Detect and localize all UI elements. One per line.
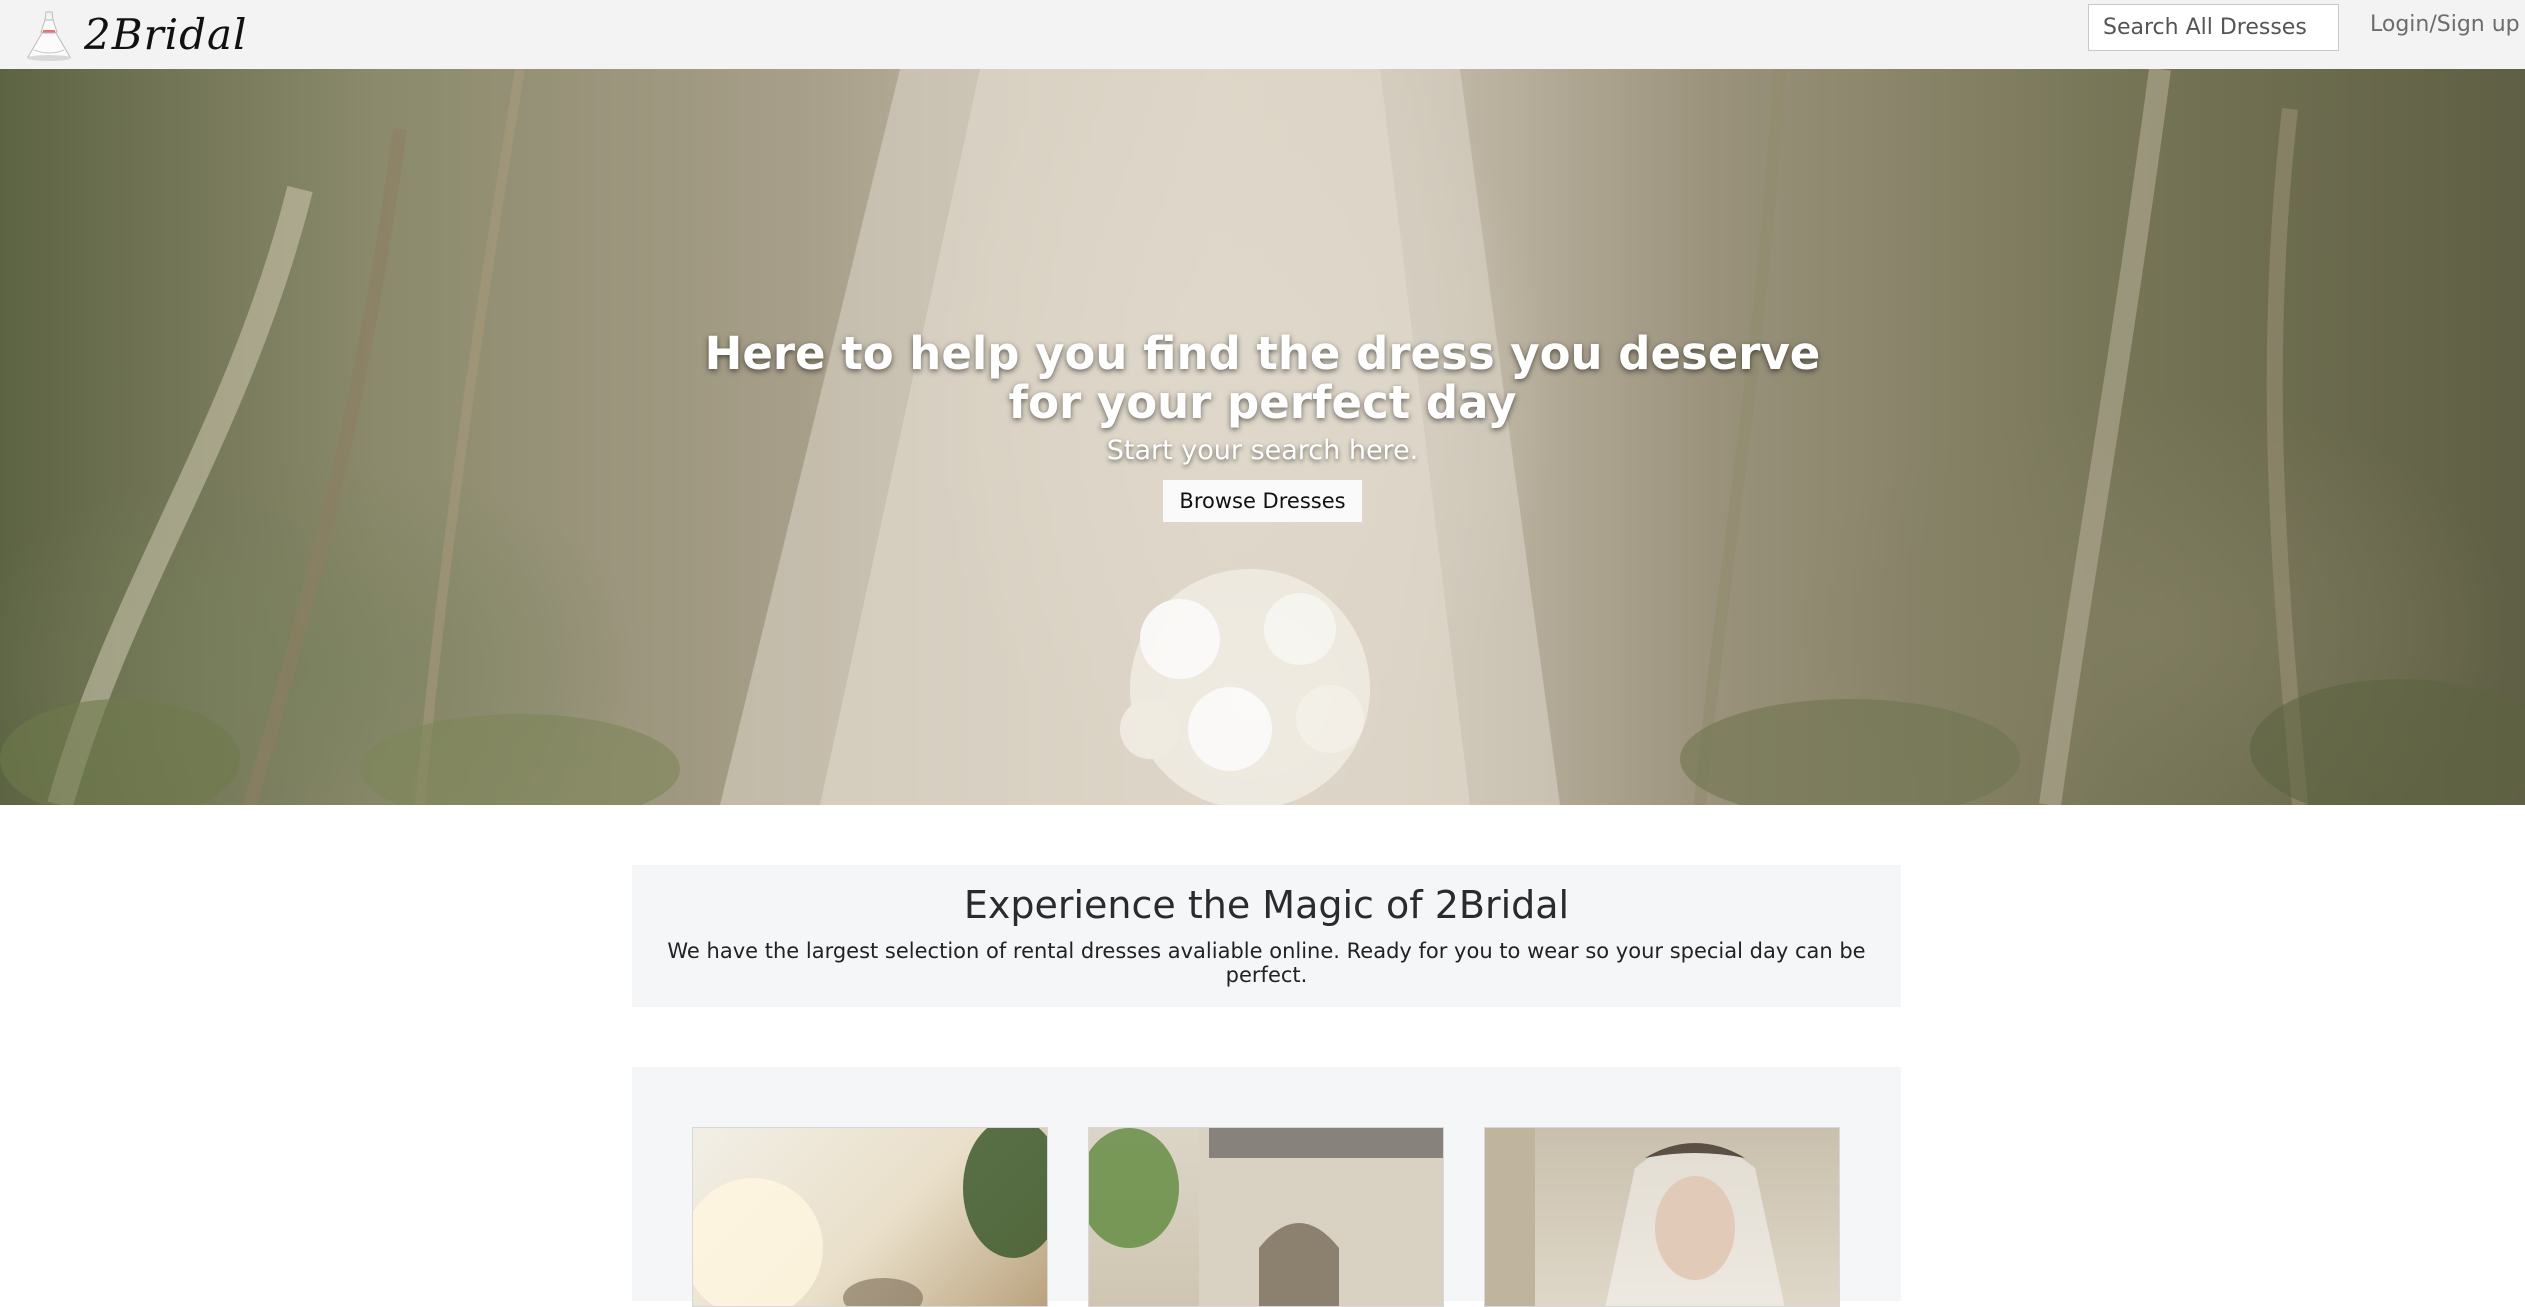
navbar: 2Bridal Login/Sign up — [0, 0, 2525, 69]
magic-text: We have the largest selection of rental … — [667, 939, 1866, 987]
magic-section: Experience the Magic of 2Bridal We have … — [632, 865, 1901, 1007]
hero-banner: Here to help you find the dress you dese… — [0, 69, 2525, 805]
browse-dresses-button[interactable]: Browse Dresses — [1163, 480, 1362, 522]
dress-card[interactable] — [1484, 1127, 1840, 1307]
dress-card[interactable] — [1088, 1127, 1444, 1307]
dress-card-image — [693, 1128, 1047, 1306]
magic-title: Experience the Magic of 2Bridal — [963, 883, 1570, 927]
hero-content: Here to help you find the dress you dese… — [0, 329, 2525, 522]
dress-card-image — [1089, 1128, 1443, 1306]
hero-title: Here to help you find the dress you dese… — [704, 327, 1821, 429]
login-signup-link[interactable]: Login/Sign up — [2370, 12, 2520, 37]
brand-name: 2Bridal — [84, 9, 248, 59]
dress-cards-section — [632, 1067, 1901, 1307]
dress-card[interactable] — [692, 1127, 1048, 1307]
dress-card-image — [1485, 1128, 1785, 1306]
wedding-dress-icon — [27, 11, 71, 61]
brand[interactable]: 2Bridal — [24, 4, 247, 64]
search-input[interactable] — [2088, 4, 2339, 51]
hero-subtitle: Start your search here. — [1106, 435, 1419, 466]
